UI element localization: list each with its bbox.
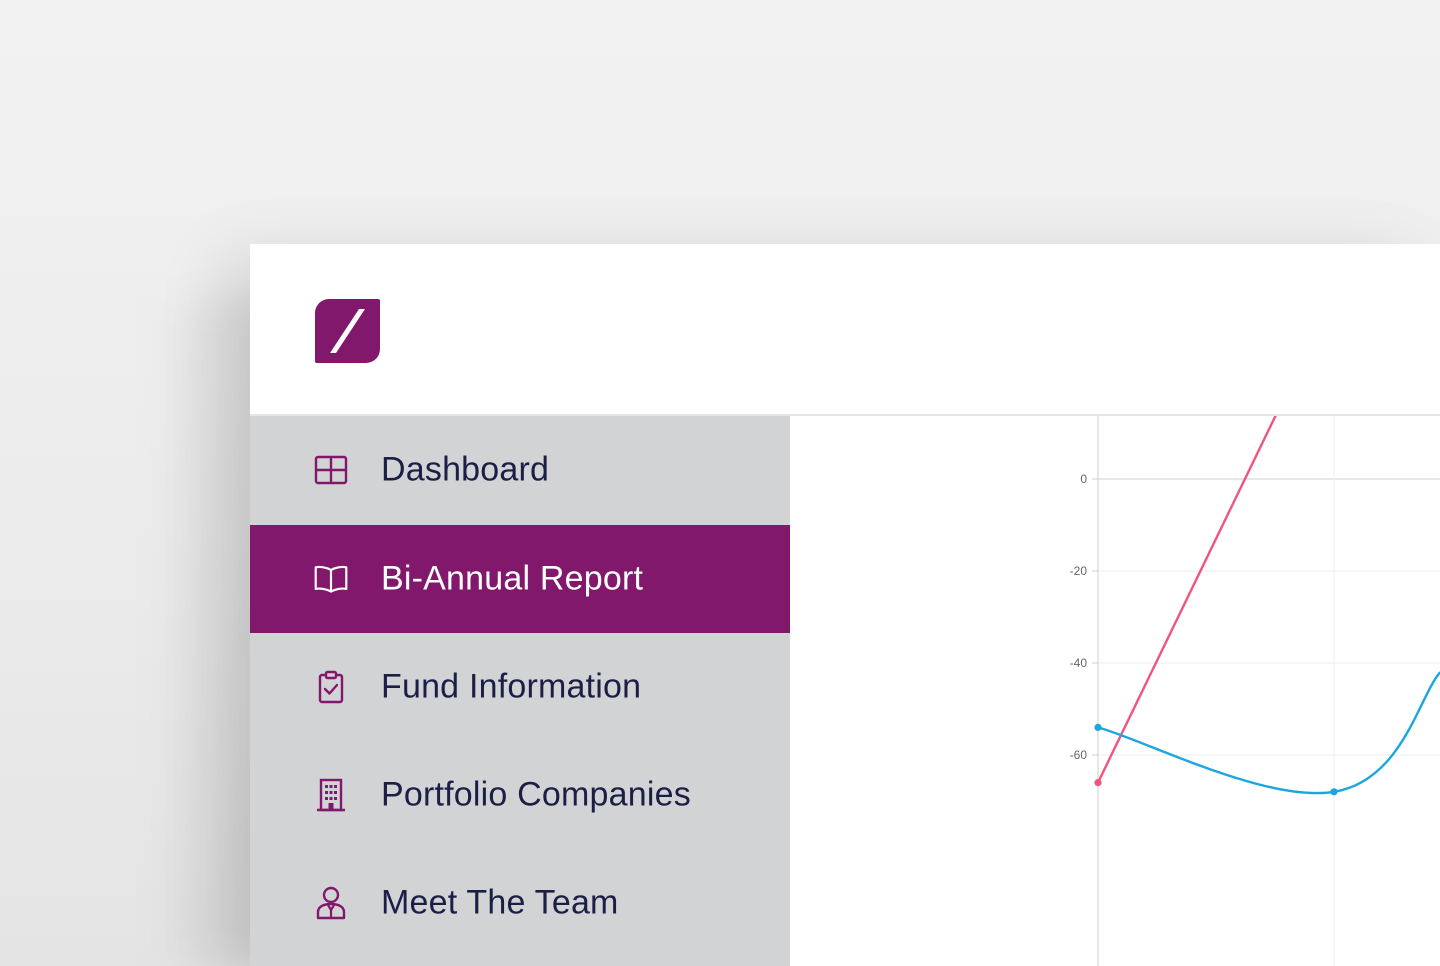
sidebar-item-label: Bi-Annual Report	[381, 559, 644, 598]
sidebar-item-label: Dashboard	[381, 450, 550, 489]
sidebar-item-dashboard[interactable]: Dashboard	[250, 416, 790, 524]
person-icon	[313, 885, 349, 921]
sidebar-item-portfolio-companies[interactable]: Portfolio Companies	[250, 741, 790, 849]
y-tick-label: -60	[1070, 748, 1088, 762]
clipboard-check-icon	[313, 669, 349, 705]
y-tick-label: -40	[1070, 656, 1088, 670]
top-bar	[250, 244, 1440, 416]
data-point	[1094, 723, 1102, 731]
line-chart: 40200-20-40-60	[790, 416, 1440, 966]
sidebar-item-label: Fund Information	[381, 667, 642, 706]
brand-logo[interactable]	[315, 299, 380, 363]
series-line-1	[1097, 671, 1440, 795]
y-tick-label: 0	[1080, 472, 1087, 486]
building-icon	[313, 777, 349, 813]
sidebar-item-meet-the-team[interactable]: Meet The Team	[250, 849, 790, 957]
app-window: Dashboard Bi-Annual Report Fund Informat…	[250, 244, 1440, 966]
data-point	[1330, 788, 1338, 796]
open-book-icon	[313, 561, 349, 597]
sidebar-item-label: Portfolio Companies	[381, 775, 691, 814]
sidebar-item-fund-information[interactable]: Fund Information	[250, 633, 790, 741]
series-line-0	[1096, 416, 1277, 784]
sidebar-item-label: Meet The Team	[381, 883, 619, 922]
grid-icon	[313, 452, 349, 488]
y-tick-label: -20	[1070, 564, 1088, 578]
slash-logo-mark	[330, 309, 365, 353]
sidebar: Dashboard Bi-Annual Report Fund Informat…	[250, 416, 790, 966]
chart-canvas: 40200-20-40-60	[1070, 416, 1440, 966]
data-point	[1094, 779, 1102, 787]
sidebar-item-bi-annual-report[interactable]: Bi-Annual Report	[250, 525, 790, 633]
